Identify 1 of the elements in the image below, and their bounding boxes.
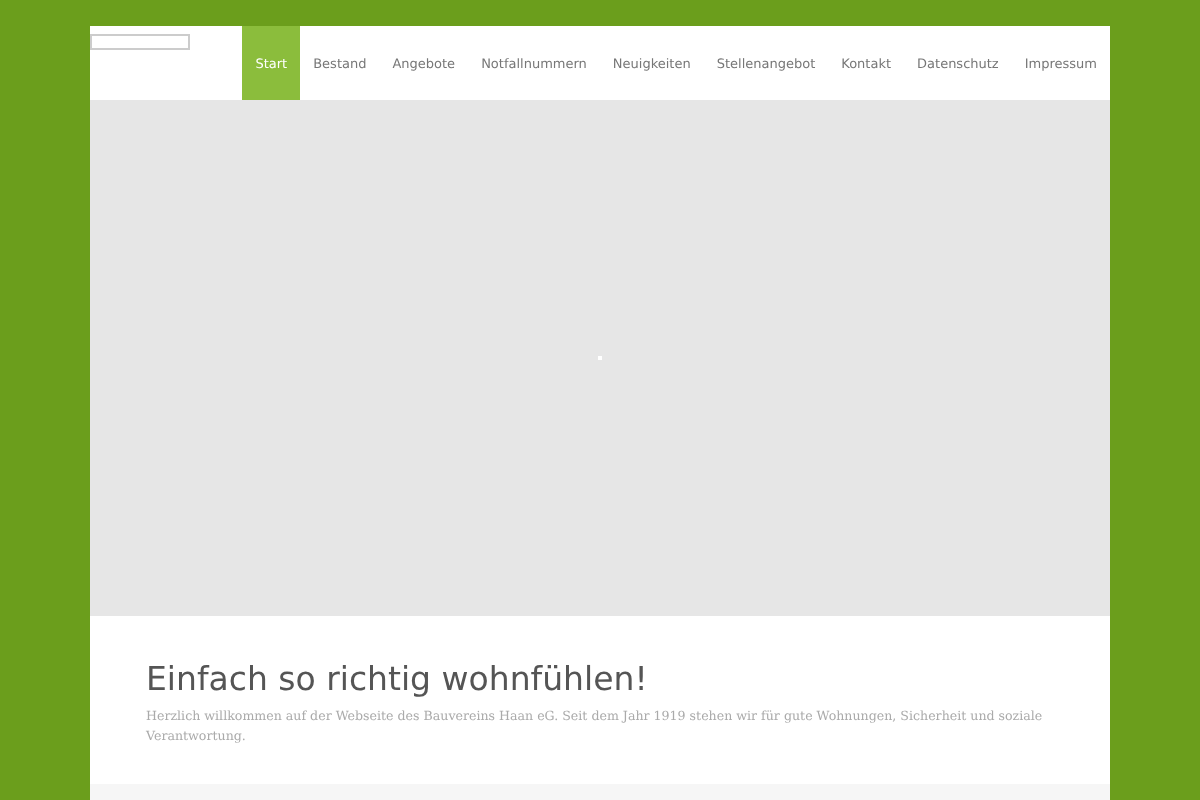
intro-heading: Einfach so richtig wohnfühlen! bbox=[146, 660, 650, 698]
